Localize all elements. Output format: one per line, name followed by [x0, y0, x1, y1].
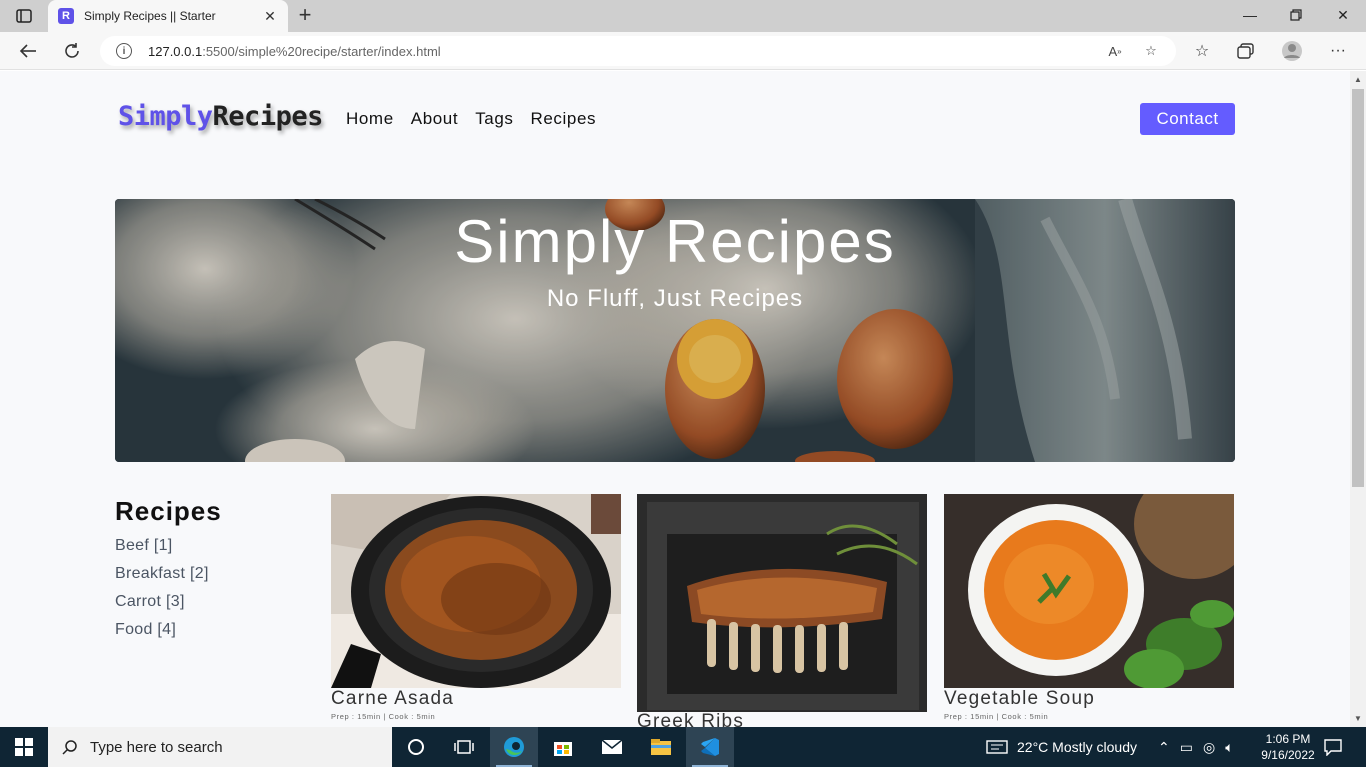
tab-actions-icon[interactable]	[10, 6, 38, 26]
recipe-image-carne-asada[interactable]	[331, 494, 621, 688]
add-favorite-icon[interactable]: ☆	[1140, 41, 1162, 61]
tag-link-beef[interactable]: Beef [1]	[115, 537, 209, 565]
site-logo[interactable]: SimplyRecipes	[118, 101, 323, 132]
hero-title: Simply Recipes	[454, 208, 896, 275]
favorites-icon[interactable]: ☆	[1190, 39, 1214, 63]
weather-text: 22°C Mostly cloudy	[1017, 739, 1137, 755]
search-icon	[62, 740, 77, 755]
sidebar-title: Recipes	[115, 496, 222, 526]
vscode-icon[interactable]	[686, 727, 734, 767]
read-aloud-icon[interactable]: A»	[1104, 41, 1126, 61]
collections-icon[interactable]	[1234, 39, 1258, 63]
main-nav: Home About Tags Recipes	[346, 109, 596, 129]
logo-part-simply: Simply	[118, 101, 213, 132]
url-path: :5500/simple%20recipe/starter/index.html	[202, 43, 441, 59]
notifications-icon[interactable]	[1310, 727, 1356, 767]
taskbar-search[interactable]: Type here to search	[48, 727, 392, 767]
close-window-icon[interactable]: ✕	[1331, 4, 1355, 26]
nav-link-home[interactable]: Home	[346, 109, 394, 129]
recipe-card-greek-ribs[interactable]: Greek Ribs	[637, 494, 927, 727]
tag-list: Beef [1] Breakfast [2] Carrot [3] Food […	[115, 537, 209, 649]
edge-browser-icon[interactable]	[490, 727, 538, 767]
back-icon[interactable]	[16, 39, 40, 63]
start-button[interactable]	[0, 727, 48, 767]
tab-title: Simply Recipes || Starter	[84, 9, 216, 23]
browser-tab[interactable]: R Simply Recipes || Starter ✕	[48, 0, 288, 32]
recipe-title[interactable]: Greek Ribs	[637, 712, 927, 727]
nav-link-recipes[interactable]: Recipes	[531, 109, 597, 129]
hero-banner: Simply Recipes No Fluff, Just Recipes	[115, 199, 1235, 462]
volume-icon[interactable]: 🔈︎	[1225, 739, 1233, 756]
url-host: 127.0.0.1	[148, 43, 203, 59]
scrollbar-thumb[interactable]	[1352, 89, 1364, 487]
nav-link-tags[interactable]: Tags	[475, 109, 513, 129]
show-hidden-icons[interactable]: ⌃	[1158, 739, 1170, 756]
address-bar[interactable]: i 127.0.0.1:5500/simple%20recipe/starter…	[100, 36, 1176, 66]
search-placeholder: Type here to search	[90, 738, 223, 756]
mail-icon[interactable]	[588, 727, 636, 767]
recipe-card-vegetable-soup[interactable]: Vegetable Soup Prep : 15min | Cook : 5mi…	[944, 494, 1234, 721]
scroll-down-icon[interactable]: ▼	[1353, 713, 1363, 723]
tag-link-carrot[interactable]: Carrot [3]	[115, 593, 209, 621]
new-tab-button[interactable]: +	[294, 4, 316, 26]
refresh-icon[interactable]	[60, 39, 84, 63]
site-info-icon[interactable]: i	[116, 43, 132, 59]
recipe-meta: Prep : 15min | Cook : 5min	[944, 712, 1049, 721]
browser-toolbar: i 127.0.0.1:5500/simple%20recipe/starter…	[0, 32, 1366, 70]
contact-button[interactable]: Contact	[1140, 103, 1235, 135]
tag-link-food[interactable]: Food [4]	[115, 621, 209, 649]
battery-icon[interactable]: ▭	[1180, 739, 1193, 756]
recipe-card-carne-asada[interactable]: Carne Asada Prep : 15min | Cook : 5min	[331, 494, 621, 721]
logo-part-recipes: Recipes	[212, 101, 324, 132]
recipe-image-greek-ribs[interactable]	[637, 494, 927, 712]
close-tab-icon[interactable]: ✕	[262, 8, 278, 24]
nav-link-about[interactable]: About	[411, 109, 458, 129]
cortana-icon[interactable]	[392, 727, 440, 767]
recipe-title[interactable]: Carne Asada	[331, 689, 621, 708]
windows-taskbar: Type here to search 22°C Mostly cloudy ⌃…	[0, 727, 1366, 767]
store-icon[interactable]	[539, 727, 587, 767]
hero-subtitle: No Fluff, Just Recipes	[546, 285, 804, 312]
page-viewport: SimplyRecipes Home About Tags Recipes Co…	[0, 71, 1350, 727]
system-tray: ⌃ ▭ ◎ 🔈︎	[1158, 727, 1234, 767]
task-view-icon[interactable]	[440, 727, 488, 767]
tag-link-breakfast[interactable]: Breakfast [2]	[115, 565, 209, 593]
weather-widget[interactable]: 22°C Mostly cloudy	[986, 727, 1137, 767]
scroll-up-icon[interactable]: ▲	[1353, 74, 1363, 84]
more-options-icon[interactable]: ···	[1326, 39, 1350, 63]
weather-icon	[986, 740, 1008, 754]
recipe-meta: Prep : 15min | Cook : 5min	[331, 712, 436, 721]
favicon-icon: R	[58, 8, 74, 24]
tab-strip: R Simply Recipes || Starter ✕ + — ✕	[0, 0, 1366, 32]
recipe-title[interactable]: Vegetable Soup	[944, 689, 1234, 708]
profile-avatar-icon[interactable]	[1280, 39, 1304, 63]
file-explorer-icon[interactable]	[637, 727, 685, 767]
page-scrollbar[interactable]: ▲ ▼	[1350, 71, 1366, 727]
minimize-icon[interactable]: —	[1238, 4, 1262, 26]
recipe-image-vegetable-soup[interactable]	[944, 494, 1234, 688]
network-icon[interactable]: ◎	[1203, 739, 1215, 756]
windows-logo-icon	[15, 738, 33, 756]
restore-icon[interactable]	[1284, 4, 1308, 26]
